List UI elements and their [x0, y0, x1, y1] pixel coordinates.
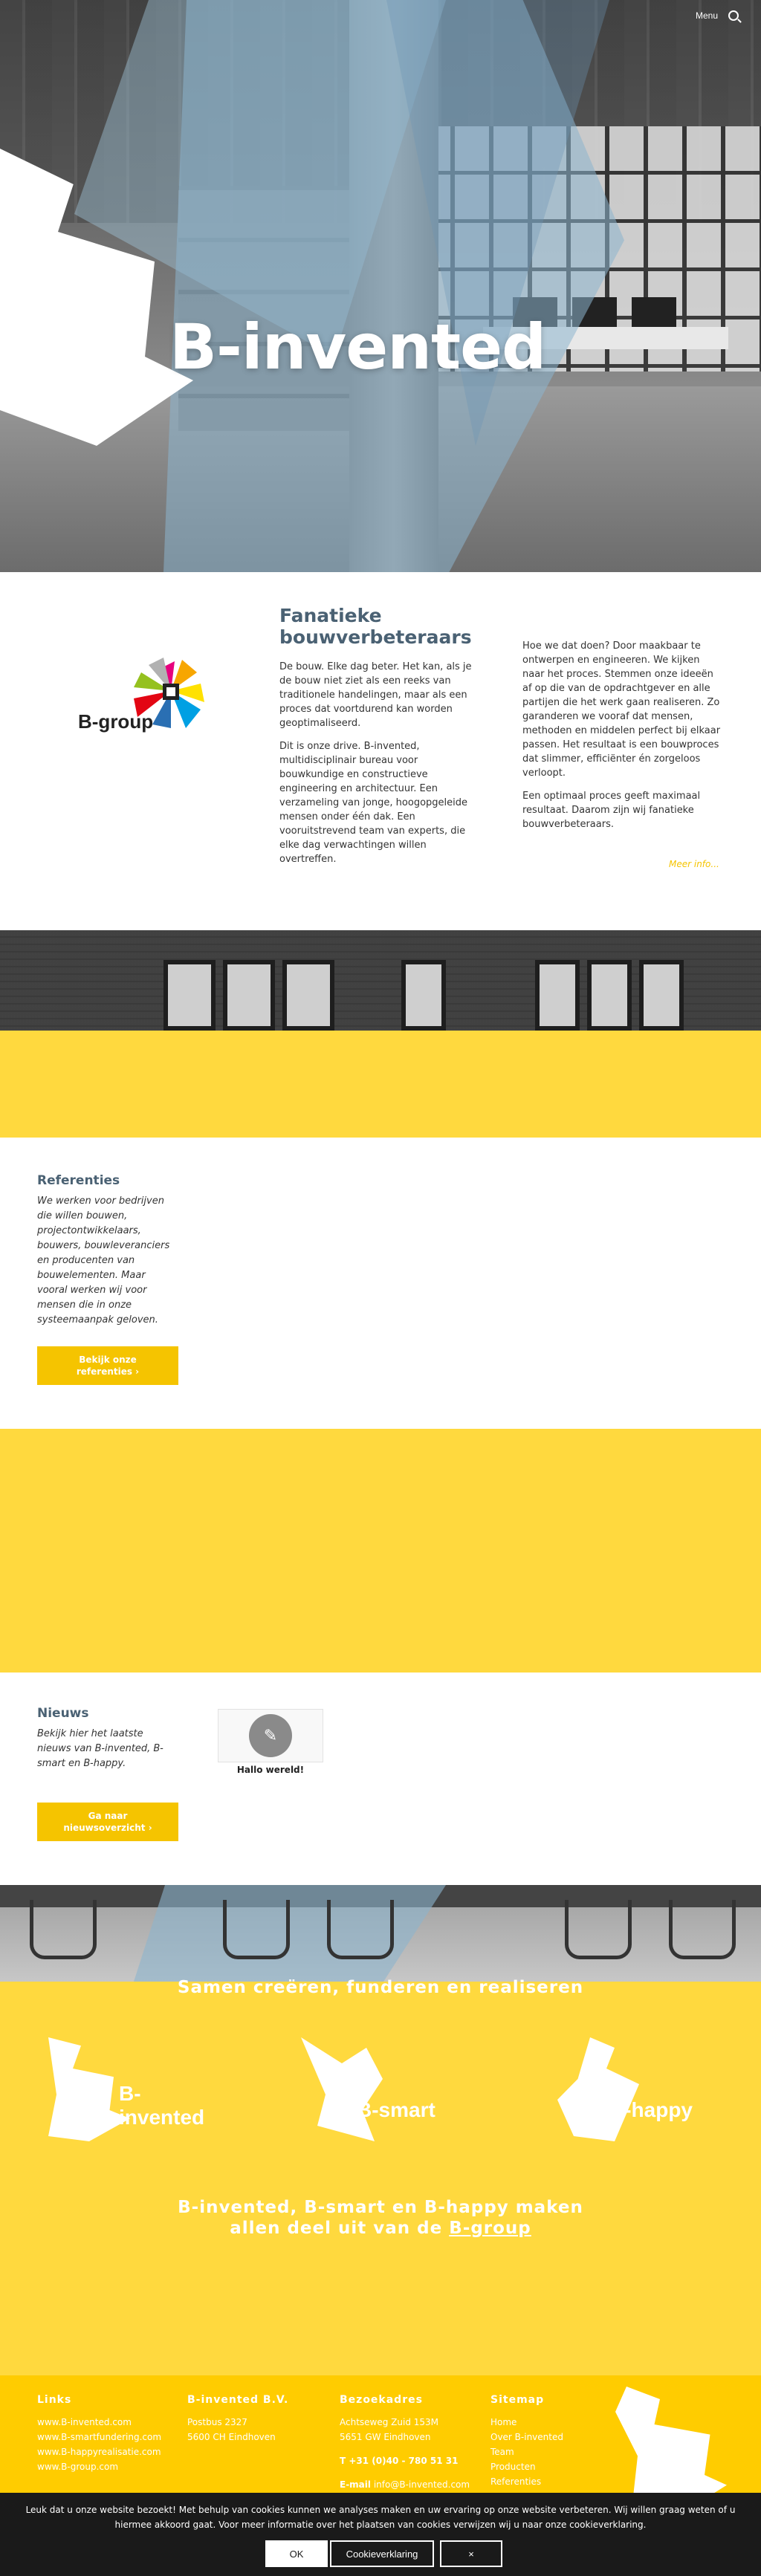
- view-references-button[interactable]: Bekijk onze referenties ›: [37, 1346, 178, 1385]
- chair: [327, 1900, 394, 1959]
- building-window: [282, 960, 334, 1031]
- brand-name: B-invented: [119, 2082, 205, 2129]
- footer-email[interactable]: info@B-invented.com: [374, 2479, 470, 2490]
- news-card-title[interactable]: Hallo wereld!: [218, 1765, 323, 1775]
- brand-b-invented[interactable]: B-invented: [48, 2037, 204, 2156]
- footer-address-line: 5600 CH Eindhoven: [187, 2432, 276, 2442]
- footer-visit-title: Bezoekadres: [340, 2394, 423, 2406]
- blue-overlay: [134, 1885, 446, 1982]
- intro-paragraph: Hoe we dat doen? Door maakbaar te ontwer…: [522, 640, 721, 779]
- yellow-spacer: [0, 1429, 761, 1673]
- chair: [30, 1900, 97, 1959]
- intro-section: B-group Fanatieke bouwverbeteraars De bo…: [0, 572, 761, 930]
- b-group-logo: B-group: [78, 654, 212, 743]
- references-text: We werken voor bedrijven die willen bouw…: [37, 1195, 170, 1326]
- intro-column-right: Hoe we dat doen? Door maakbaar te ontwer…: [522, 639, 723, 840]
- intro-paragraph: Dit is onze drive. B-invented, multidisc…: [279, 741, 468, 865]
- building-window: [535, 960, 580, 1031]
- footer-phone[interactable]: T +31 (0)40 - 780 51 31: [340, 2453, 481, 2468]
- cookie-ok-button[interactable]: OK: [265, 2540, 328, 2567]
- building-window: [223, 960, 275, 1031]
- building-window: [401, 960, 446, 1031]
- pencil-icon: ✎: [249, 1714, 292, 1757]
- news-card-thumbnail[interactable]: ✎: [218, 1709, 323, 1762]
- references-title: Referenties: [37, 1173, 120, 1188]
- sitemap-link[interactable]: Home: [490, 2415, 632, 2430]
- footer-link[interactable]: www.B-group.com: [37, 2459, 178, 2474]
- sitemap-link[interactable]: Team: [490, 2444, 632, 2459]
- building-window: [163, 960, 216, 1031]
- footer-links-title: Links: [37, 2394, 72, 2406]
- sitemap-link[interactable]: Over B-invented: [490, 2430, 632, 2444]
- footer-sitemap-title: Sitemap: [490, 2394, 545, 2406]
- sitemap-link[interactable]: Producten: [490, 2459, 632, 2474]
- news-text: Bekijk hier het laatste nieuws van B-inv…: [37, 1728, 163, 1769]
- b-group-logo-text: B-group: [78, 710, 154, 733]
- footer-address-line: 5651 GW Eindhoven: [340, 2432, 431, 2442]
- brand-name: B-smart: [357, 2098, 435, 2121]
- footer-link[interactable]: www.B-invented.com: [37, 2415, 178, 2430]
- footer-company-title: B-invented B.V.: [187, 2394, 289, 2406]
- search-icon[interactable]: [728, 10, 739, 21]
- footer-address-line: Achtseweg Zuid 153M: [340, 2417, 439, 2427]
- chair: [565, 1900, 632, 1959]
- brands-subtitle-text: allen deel uit van de: [230, 2219, 450, 2238]
- building-photo-band: [0, 930, 761, 1031]
- chair: [669, 1900, 736, 1959]
- yellow-spacer: [0, 1031, 761, 1138]
- top-navigation: Menu: [696, 10, 739, 21]
- brand-b-smart[interactable]: B-smart: [301, 2037, 450, 2156]
- brands-subtitle: B-invented, B-smart en B-happy maken all…: [0, 2197, 761, 2239]
- news-section: Nieuws Bekijk hier het laatste nieuws va…: [0, 1673, 761, 1885]
- brand-name: B-happy: [609, 2098, 693, 2121]
- b-smart-shape: [301, 2037, 383, 2141]
- news-title: Nieuws: [37, 1706, 89, 1721]
- hero-title: B-invented: [169, 311, 546, 383]
- chair: [223, 1900, 290, 1959]
- news-overview-button[interactable]: Ga naar nieuwsoverzicht ›: [37, 1803, 178, 1841]
- brand-b-happy[interactable]: B-happy: [557, 2037, 706, 2156]
- brands-slogan: Samen creëren, funderen en realiseren: [177, 1978, 584, 1997]
- cookie-close-button[interactable]: ×: [440, 2540, 502, 2567]
- b-happy-shape: [557, 2037, 639, 2141]
- footer-email-label: E-mail: [340, 2479, 372, 2490]
- cookie-statement-button[interactable]: Cookieverklaring: [330, 2540, 434, 2567]
- intro-paragraph: De bouw. Elke dag beter. Het kan, als je…: [279, 661, 472, 729]
- footer-links-column: Links www.B-invented.com www.B-smartfund…: [37, 2394, 178, 2474]
- brands-subtitle-line: B-invented, B-smart en B-happy maken: [178, 2198, 583, 2217]
- more-info-link[interactable]: Meer info...: [669, 859, 719, 869]
- menu-link[interactable]: Menu: [696, 10, 718, 21]
- sitemap-link[interactable]: Referenties: [490, 2474, 632, 2489]
- brands-subtitle-line: allen deel uit van de B-group: [0, 2218, 761, 2239]
- intro-heading: Fanatieke bouwverbeteraars: [279, 605, 472, 648]
- footer-link[interactable]: www.B-happyrealisatie.com: [37, 2444, 178, 2459]
- b-group-link[interactable]: B-group: [449, 2219, 531, 2238]
- hero-monitor: [632, 297, 676, 327]
- references-section: Referenties We werken voor bedrijven die…: [0, 1138, 761, 1429]
- footer-address-line: Postbus 2327: [187, 2417, 247, 2427]
- intro-column-left: De bouw. Elke dag beter. Het kan, als je…: [279, 660, 479, 875]
- brands-section: Samen creëren, funderen en realiseren B-…: [0, 1978, 761, 2375]
- footer-visit-column: Bezoekadres Achtseweg Zuid 153M 5651 GW …: [340, 2394, 481, 2492]
- footer-sitemap-column: Sitemap Home Over B-invented Team Produc…: [490, 2394, 632, 2489]
- cookie-banner: Leuk dat u onze website bezoekt! Met beh…: [0, 2493, 761, 2576]
- footer-email-row: E-mail info@B-invented.com: [340, 2477, 481, 2492]
- b-invented-shape: [48, 2037, 130, 2141]
- building-window: [639, 960, 684, 1031]
- footer-link[interactable]: www.B-smartfundering.com: [37, 2430, 178, 2444]
- intro-paragraph: Een optimaal proces geeft maximaal resul…: [522, 791, 701, 830]
- cookie-message: Leuk dat u onze website bezoekt! Met beh…: [25, 2505, 736, 2530]
- chairs-photo-band: [0, 1885, 761, 1982]
- hero-banner: B-invented Menu: [0, 0, 761, 572]
- building-window: [587, 960, 632, 1031]
- footer-company-column: B-invented B.V. Postbus 2327 5600 CH Ein…: [187, 2394, 328, 2444]
